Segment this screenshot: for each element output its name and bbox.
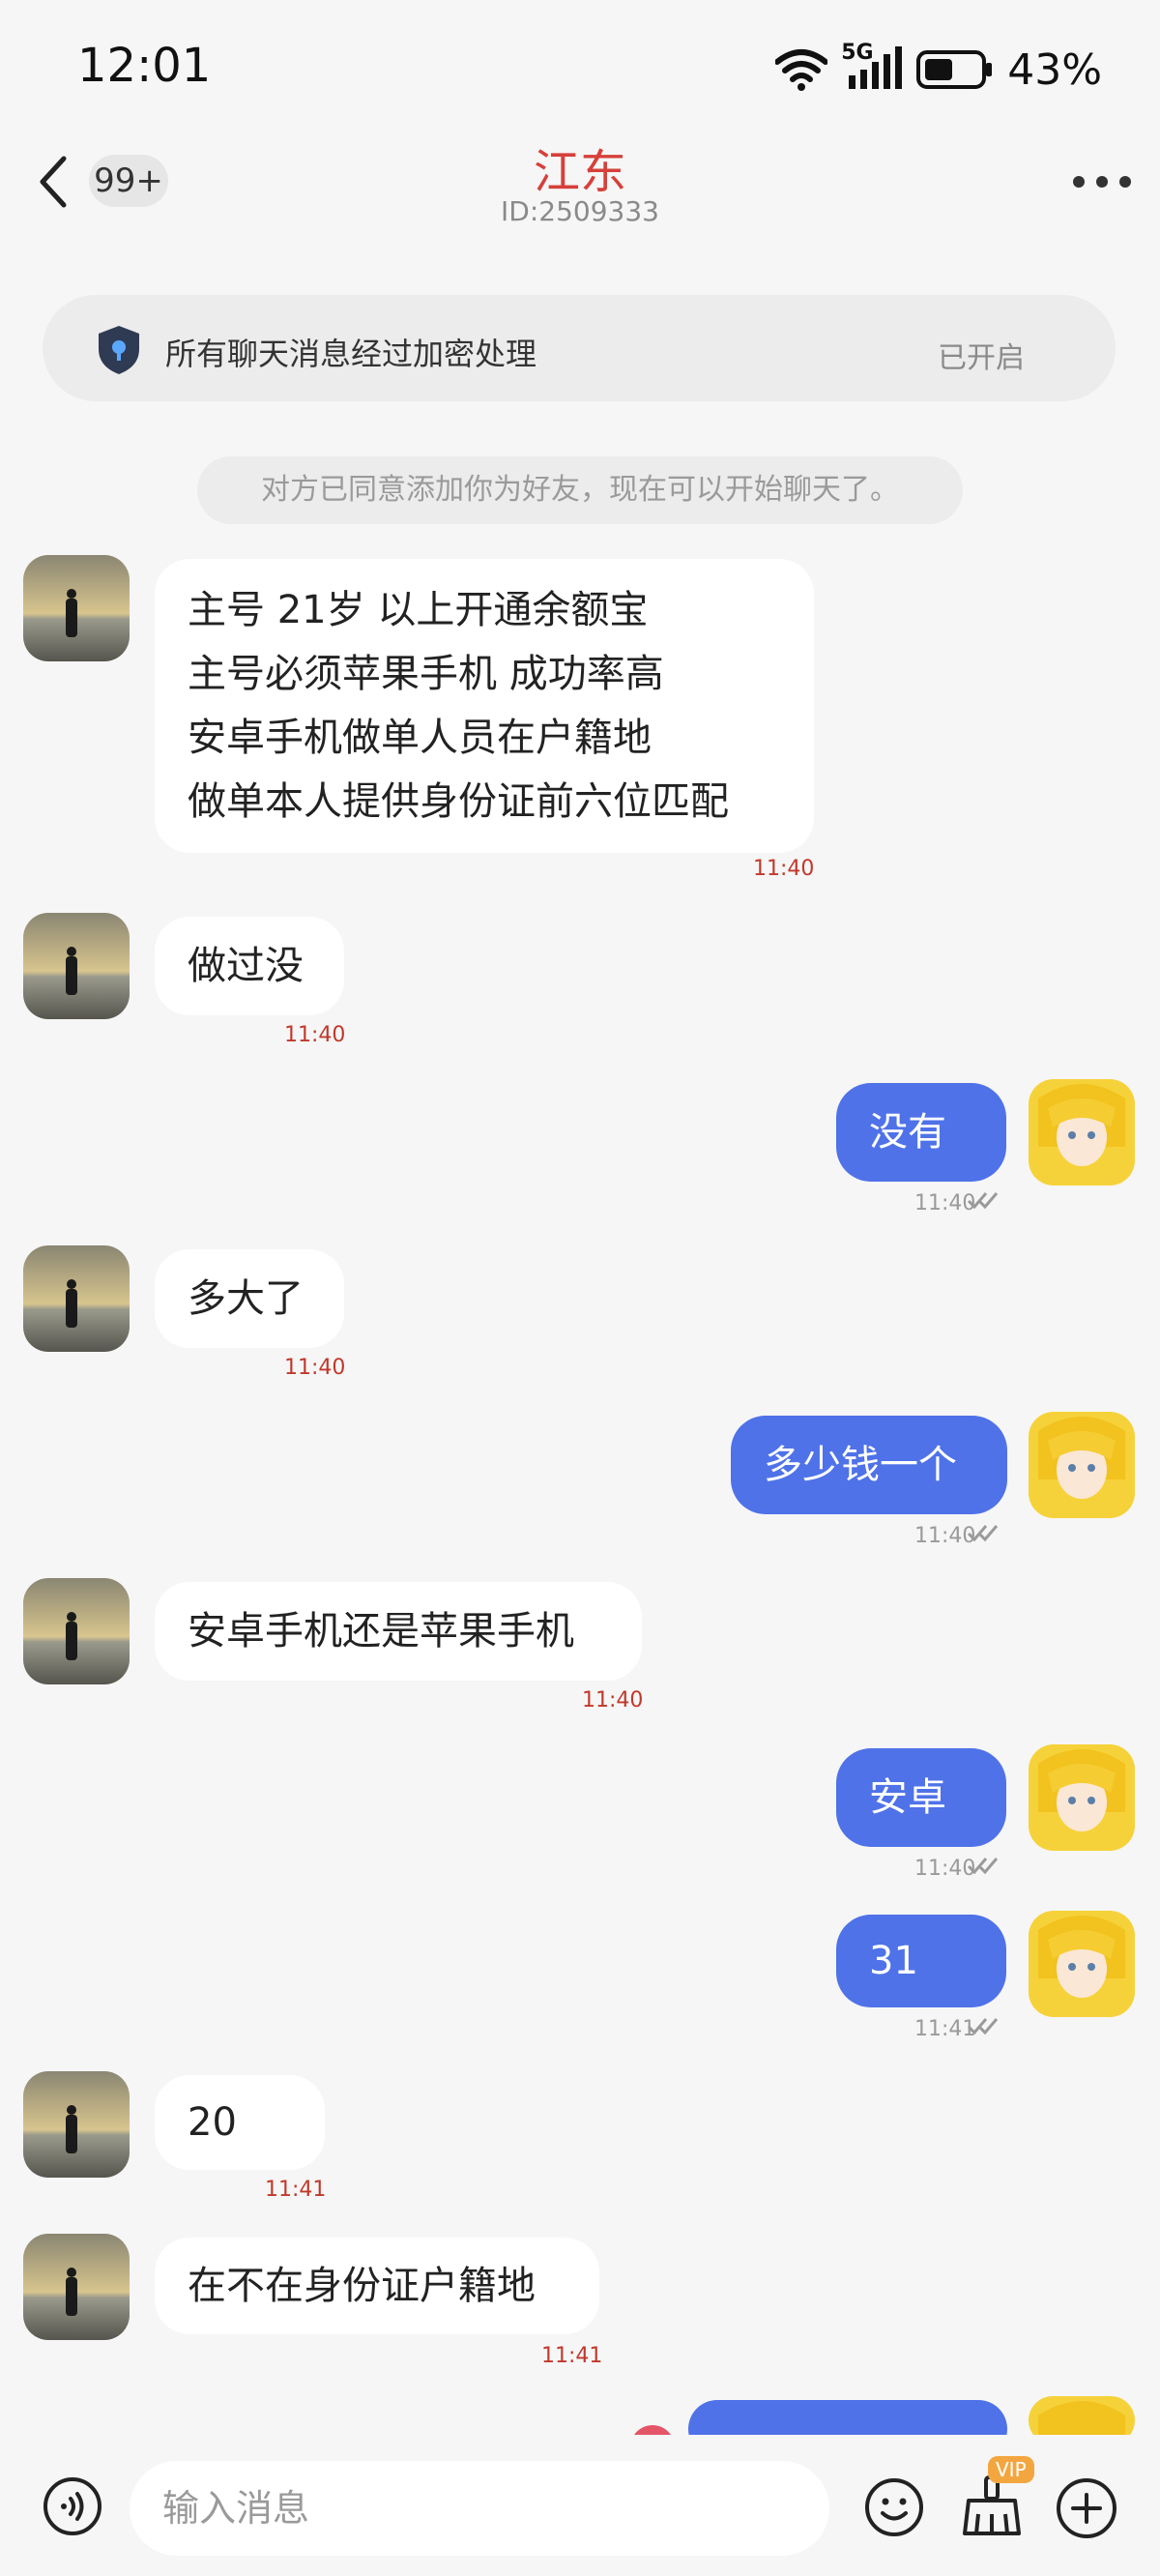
- read-receipt-icon: [967, 1855, 1000, 1880]
- message-bubble-incoming[interactable]: 在不在身份证户籍地: [155, 2238, 599, 2334]
- message-time: 11:40: [753, 857, 815, 881]
- encryption-text: 所有聊天消息经过加密处理: [165, 336, 537, 372]
- message-bubble-outgoing[interactable]: 31: [836, 1915, 1006, 2007]
- encryption-state: 已开启: [938, 341, 1025, 375]
- emoji-icon[interactable]: [864, 2477, 924, 2537]
- encryption-banner[interactable]: 所有聊天消息经过加密处理 已开启: [43, 295, 1116, 401]
- message-time: 11:41: [265, 2178, 327, 2202]
- message-bubble-outgoing[interactable]: 安卓: [836, 1748, 1006, 1847]
- status-time: 12:01: [77, 39, 212, 93]
- signal-icon: 5G: [841, 41, 903, 93]
- message-line: 主号必须苹果手机 成功率高: [188, 652, 664, 696]
- network-type: 5G: [841, 41, 874, 65]
- message-bubble-outgoing[interactable]: 多少钱一个: [731, 1416, 1007, 1514]
- chat-title: 江东: [533, 145, 626, 199]
- read-receipt-icon: [967, 2015, 1000, 2040]
- system-notice: 对方已同意添加你为好友，现在可以开始聊天了。: [197, 456, 963, 524]
- message-time: 11:40: [284, 1023, 346, 1047]
- more-dots-icon[interactable]: [1073, 164, 1131, 199]
- user-avatar[interactable]: [1029, 1911, 1135, 2017]
- message-bubble-incoming[interactable]: 多大了: [155, 1249, 344, 1348]
- user-avatar[interactable]: [1029, 1744, 1135, 1851]
- shield-icon: [95, 324, 143, 376]
- message-line: 做单本人提供身份证前六位匹配: [188, 779, 729, 824]
- status-bar: 12:01 5G 43%: [0, 0, 1160, 135]
- message-time: 11:41: [541, 2344, 603, 2368]
- contact-avatar[interactable]: [23, 913, 130, 1019]
- read-receipt-icon: [967, 1522, 1000, 1547]
- plus-icon[interactable]: [1056, 2477, 1117, 2539]
- message-bubble-incoming[interactable]: 做过没: [155, 917, 344, 1015]
- message-bubble-incoming[interactable]: 20: [155, 2075, 325, 2170]
- vip-badge: VIP: [988, 2456, 1034, 2483]
- contact-avatar[interactable]: [23, 555, 130, 661]
- read-receipt-icon: [967, 1189, 1000, 1215]
- message-bubble-incoming[interactable]: 主号 21岁 以上开通余额宝 主号必须苹果手机 成功率高 安卓手机做单人员在户籍…: [155, 559, 814, 853]
- battery-icon: [916, 50, 994, 89]
- dot: [1096, 176, 1108, 188]
- battery-percent: 43%: [1007, 44, 1102, 95]
- message-time: 11:40: [284, 1356, 346, 1380]
- message-line: 安卓手机做单人员在户籍地: [188, 716, 652, 760]
- contact-avatar[interactable]: [23, 2234, 130, 2340]
- message-bubble-outgoing[interactable]: 没有: [836, 1083, 1006, 1182]
- status-icons: 5G 43%: [775, 41, 1102, 97]
- contact-avatar[interactable]: [23, 2071, 130, 2178]
- voice-icon[interactable]: [43, 2476, 102, 2536]
- user-avatar[interactable]: [1029, 1079, 1135, 1186]
- dot: [1119, 176, 1131, 188]
- contact-avatar[interactable]: [23, 1245, 130, 1352]
- message-line: 主号 21岁 以上开通余额宝: [188, 588, 649, 632]
- dot: [1073, 176, 1085, 188]
- contact-avatar[interactable]: [23, 1578, 130, 1684]
- message-bubble-incoming[interactable]: 安卓手机还是苹果手机: [155, 1582, 642, 1681]
- chat-id: ID:2509333: [501, 195, 659, 227]
- message-input[interactable]: [130, 2461, 829, 2556]
- user-avatar[interactable]: [1029, 1412, 1135, 1518]
- wifi-icon: [775, 48, 828, 91]
- message-time: 11:40: [582, 1688, 644, 1712]
